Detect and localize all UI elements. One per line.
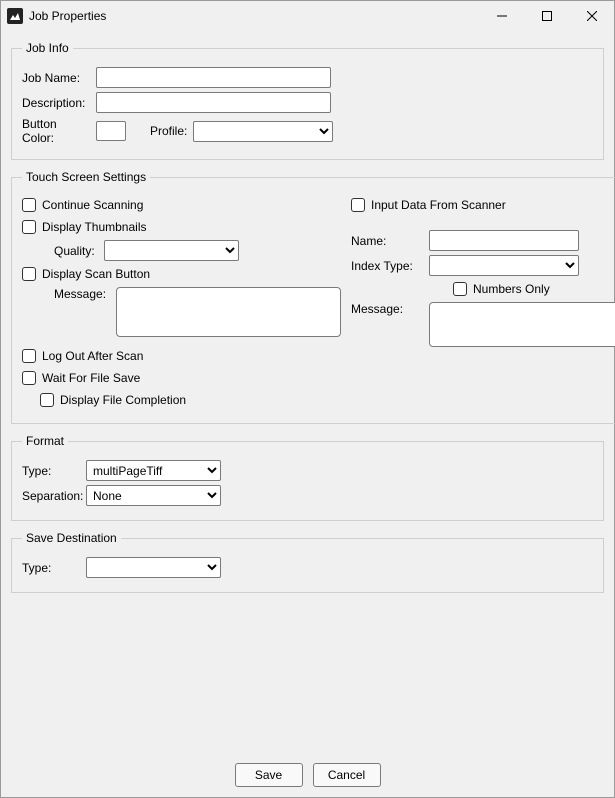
app-icon [7,8,23,24]
save-button[interactable]: Save [235,763,303,787]
job-name-label: Job Name: [22,71,90,85]
wait-for-file-save-checkbox-label[interactable]: Wait For File Save [22,371,140,385]
job-info-legend: Job Info [22,41,73,55]
index-message-textarea[interactable] [429,302,615,347]
save-destination-group: Save Destination Type: [11,531,604,593]
window-title: Job Properties [29,9,479,23]
job-name-input[interactable] [96,67,331,88]
window-root: Job Properties Job Info Job Name: Descri… [0,0,615,798]
numbers-only-checkbox[interactable] [453,282,467,296]
format-type-label: Type: [22,464,80,478]
touch-left-column: Continue Scanning Display Thumbnails Qua… [22,192,341,413]
display-file-completion-checkbox-label[interactable]: Display File Completion [40,393,186,407]
scan-message-textarea[interactable] [116,287,341,337]
profile-select[interactable] [193,121,333,142]
format-legend: Format [22,434,68,448]
cancel-button[interactable]: Cancel [313,763,381,787]
format-separation-label: Separation: [22,489,80,503]
save-destination-type-label: Type: [22,561,80,575]
index-message-label: Message: [351,302,423,316]
numbers-only-text: Numbers Only [473,282,550,296]
touch-right-column: Input Data From Scanner Name: Index Type… [351,192,615,413]
minimize-button[interactable] [479,1,524,31]
display-thumbnails-text: Display Thumbnails [42,220,147,234]
quality-label: Quality: [54,244,98,258]
content-area: Job Info Job Name: Description: Button C… [1,31,614,593]
profile-label: Profile: [150,124,187,138]
display-scan-button-checkbox-label[interactable]: Display Scan Button [22,267,150,281]
save-destination-legend: Save Destination [22,531,121,545]
maximize-button[interactable] [524,1,569,31]
format-group: Format Type: multiPageTiff Separation: N… [11,434,604,521]
save-destination-type-select[interactable] [86,557,221,578]
index-name-input[interactable] [429,230,579,251]
index-type-select[interactable] [429,255,579,276]
close-button[interactable] [569,1,614,31]
wait-for-file-save-text: Wait For File Save [42,371,140,385]
logout-after-scan-text: Log Out After Scan [42,349,143,363]
wait-for-file-save-checkbox[interactable] [22,371,36,385]
numbers-only-checkbox-label[interactable]: Numbers Only [453,282,550,296]
display-thumbnails-checkbox[interactable] [22,220,36,234]
format-type-select[interactable]: multiPageTiff [86,460,221,481]
input-data-from-scanner-text: Input Data From Scanner [371,198,506,212]
continue-scanning-text: Continue Scanning [42,198,143,212]
quality-select[interactable] [104,240,239,261]
display-scan-button-checkbox[interactable] [22,267,36,281]
input-data-from-scanner-checkbox[interactable] [351,198,365,212]
scan-message-label: Message: [54,287,110,301]
dialog-footer: Save Cancel [1,763,614,787]
touch-screen-legend: Touch Screen Settings [22,170,150,184]
display-file-completion-checkbox[interactable] [40,393,54,407]
job-info-group: Job Info Job Name: Description: Button C… [11,41,604,160]
logout-after-scan-checkbox[interactable] [22,349,36,363]
button-color-label: Button Color: [22,117,90,145]
index-type-label: Index Type: [351,259,423,273]
display-thumbnails-checkbox-label[interactable]: Display Thumbnails [22,220,147,234]
index-name-label: Name: [351,234,423,248]
input-data-from-scanner-checkbox-label[interactable]: Input Data From Scanner [351,198,506,212]
continue-scanning-checkbox-label[interactable]: Continue Scanning [22,198,143,212]
logout-after-scan-checkbox-label[interactable]: Log Out After Scan [22,349,143,363]
format-separation-select[interactable]: None [86,485,221,506]
job-description-label: Description: [22,96,90,110]
job-description-input[interactable] [96,92,331,113]
display-scan-button-text: Display Scan Button [42,267,150,281]
button-color-swatch[interactable] [96,121,126,141]
touch-screen-group: Touch Screen Settings Continue Scanning … [11,170,615,424]
titlebar: Job Properties [1,1,614,31]
display-file-completion-text: Display File Completion [60,393,186,407]
continue-scanning-checkbox[interactable] [22,198,36,212]
